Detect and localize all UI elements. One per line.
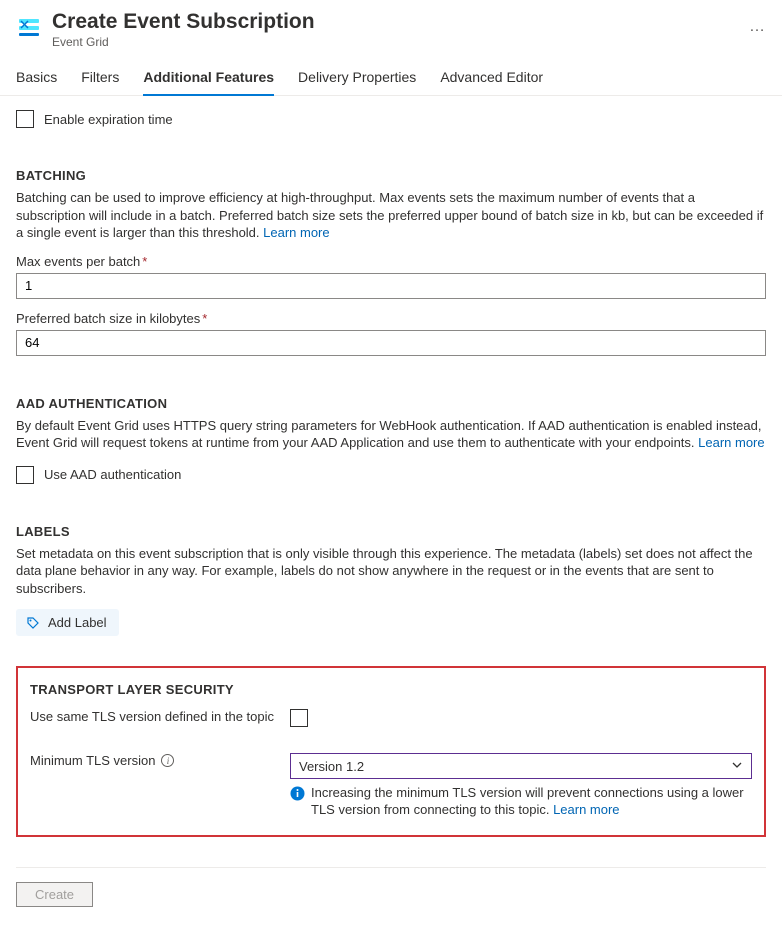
create-button[interactable]: Create xyxy=(16,882,93,907)
footer: Create xyxy=(16,867,766,907)
enable-expiration-checkbox[interactable] xyxy=(16,110,34,128)
preferred-batch-size-input[interactable] xyxy=(16,330,766,356)
info-icon[interactable]: i xyxy=(161,754,174,767)
tls-info-message: Increasing the minimum TLS version will … xyxy=(290,785,752,819)
page-subtitle: Event Grid xyxy=(52,35,741,49)
page-header: Create Event Subscription Event Grid … xyxy=(16,0,766,57)
enable-expiration-label: Enable expiration time xyxy=(44,112,173,127)
page-title: Create Event Subscription xyxy=(52,10,741,34)
preferred-batch-size-label: Preferred batch size in kilobytes* xyxy=(16,311,766,326)
tls-min-version-label: Minimum TLS version i xyxy=(30,753,290,768)
info-icon xyxy=(290,786,305,801)
chevron-down-icon xyxy=(731,759,743,774)
tls-min-version-select[interactable]: Version 1.2 xyxy=(290,753,752,779)
use-aad-checkbox[interactable] xyxy=(16,466,34,484)
labels-title: LABELS xyxy=(16,524,766,539)
aad-title: AAD AUTHENTICATION xyxy=(16,396,766,411)
tls-section: TRANSPORT LAYER SECURITY Use same TLS ve… xyxy=(16,666,766,837)
tab-advanced-editor[interactable]: Advanced Editor xyxy=(440,61,543,95)
tab-filters[interactable]: Filters xyxy=(81,61,119,95)
tls-same-version-label: Use same TLS version defined in the topi… xyxy=(30,709,290,724)
more-actions-button[interactable]: … xyxy=(749,18,766,36)
tls-same-version-checkbox[interactable] xyxy=(290,709,308,727)
aad-description: By default Event Grid uses HTTPS query s… xyxy=(16,417,766,452)
aad-section: AAD AUTHENTICATION By default Event Grid… xyxy=(16,396,766,484)
tag-icon xyxy=(26,616,40,630)
add-label-button[interactable]: Add Label xyxy=(16,609,119,636)
labels-description: Set metadata on this event subscription … xyxy=(16,545,766,598)
tab-additional-features[interactable]: Additional Features xyxy=(143,61,274,95)
batching-description: Batching can be used to improve efficien… xyxy=(16,189,766,242)
tab-basics[interactable]: Basics xyxy=(16,61,57,95)
max-events-label: Max events per batch* xyxy=(16,254,766,269)
tls-title: TRANSPORT LAYER SECURITY xyxy=(30,682,752,697)
max-events-input[interactable] xyxy=(16,273,766,299)
tab-bar: Basics Filters Additional Features Deliv… xyxy=(0,61,782,96)
labels-section: LABELS Set metadata on this event subscr… xyxy=(16,524,766,637)
aad-learn-more-link[interactable]: Learn more xyxy=(698,435,764,450)
tls-learn-more-link[interactable]: Learn more xyxy=(553,802,619,817)
use-aad-label: Use AAD authentication xyxy=(44,467,181,482)
batching-learn-more-link[interactable]: Learn more xyxy=(263,225,329,240)
aad-checkbox-row: Use AAD authentication xyxy=(16,466,766,484)
enable-expiration-row: Enable expiration time xyxy=(16,110,766,128)
batching-section: BATCHING Batching can be used to improve… xyxy=(16,168,766,356)
batching-title: BATCHING xyxy=(16,168,766,183)
event-grid-icon xyxy=(16,14,42,40)
tab-delivery-properties[interactable]: Delivery Properties xyxy=(298,61,416,95)
